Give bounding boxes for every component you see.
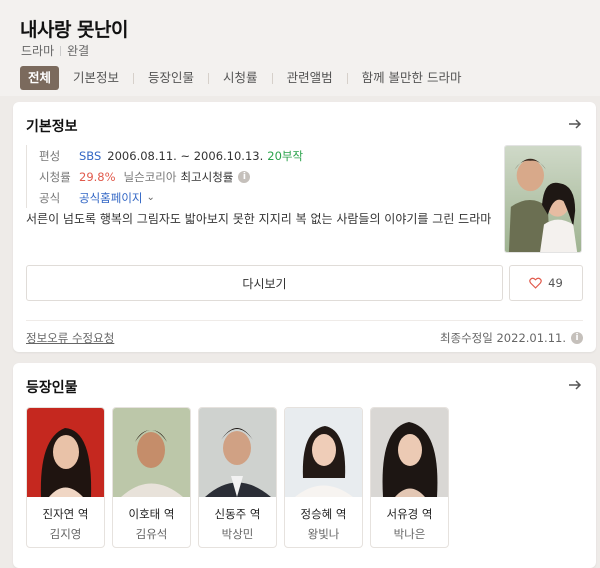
actor-photo: [371, 408, 448, 497]
basic-info-card: 기본정보 편성 SBS 2006.08.11. ~ 2006.10.13. 20…: [13, 102, 596, 352]
last-modified: 최종수정일 2022.01.11. i: [440, 330, 583, 346]
cast-list: 진자연 역 김지영 이호태 역 김유석 신동주 역 박상민 정승혜 역 왕빛나 …: [26, 407, 449, 548]
cast-role: 정승혜 역: [300, 507, 347, 521]
official-label: 공식: [39, 190, 61, 205]
report-error-link[interactable]: 정보오류 수정요청: [26, 331, 114, 345]
broadcast-period: 2006.08.11. ~ 2006.10.13.: [107, 148, 264, 163]
cast-item[interactable]: 정승혜 역 왕빛나: [284, 407, 363, 548]
page-header: 내사랑 못난이 드라마 완결 전체 기본정보 등장인물 시청률 관련앨범 함께 볼…: [0, 0, 600, 96]
broadcast-label: 편성: [39, 148, 61, 163]
cast-actor: 박상민: [221, 527, 254, 541]
last-modified-text: 최종수정일 2022.01.11.: [439, 331, 566, 345]
divider: [208, 72, 210, 84]
genre-text: 드라마: [21, 44, 55, 58]
tab-bar: 전체 기본정보 등장인물 시청률 관련앨범 함께 볼만한 드라마: [20, 66, 470, 90]
tab-related-dramas[interactable]: 함께 볼만한 드라마: [354, 66, 470, 90]
show-subinfo: 드라마 완결: [21, 42, 89, 59]
like-button[interactable]: 49: [509, 265, 583, 301]
actor-photo: [27, 408, 104, 497]
info-icon[interactable]: i: [571, 332, 583, 344]
tab-albums[interactable]: 관련앨범: [279, 66, 341, 90]
actor-photo: [285, 408, 362, 497]
rewatch-button[interactable]: 다시보기: [26, 265, 503, 301]
divider: [133, 72, 135, 84]
cast-actor: 왕빛나: [307, 527, 340, 541]
channel-link[interactable]: SBS: [79, 149, 101, 163]
drama-poster-image[interactable]: [504, 145, 582, 253]
cast-item[interactable]: 신동주 역 박상민: [198, 407, 277, 548]
status-text: 완결: [67, 44, 90, 58]
cast-actor: 김유석: [135, 527, 168, 541]
page-title: 내사랑 못난이: [20, 19, 129, 41]
rating-row: 시청률 29.8% 닐슨코리아 최고시청률 i: [39, 166, 303, 187]
arrow-right-icon[interactable]: [567, 116, 583, 132]
broadcast-row: 편성 SBS 2006.08.11. ~ 2006.10.13. 20부작: [39, 145, 303, 166]
episodes-count: 20부작: [267, 148, 304, 163]
cast-role: 이호태 역: [128, 507, 175, 521]
basic-info-title: 기본정보: [26, 119, 78, 135]
cast-item[interactable]: 이호태 역 김유석: [112, 407, 191, 548]
cast-role: 진자연 역: [42, 507, 89, 521]
info-footer: 정보오류 수정요청 최종수정일 2022.01.11. i: [26, 320, 583, 350]
rating-value: 29.8%: [79, 169, 116, 184]
official-homepage-link[interactable]: 공식홈페이지: [79, 190, 142, 206]
cast-item[interactable]: 진자연 역 김지영: [26, 407, 105, 548]
cast-actor: 박나은: [393, 527, 426, 541]
cast-role: 신동주 역: [214, 507, 261, 521]
info-list: 편성 SBS 2006.08.11. ~ 2006.10.13. 20부작 시청…: [26, 145, 303, 208]
rating-note: 최고시청률: [180, 169, 234, 184]
chevron-down-icon[interactable]: ⌄: [146, 192, 154, 203]
rating-source: 닐슨코리아: [123, 169, 177, 184]
divider: [271, 72, 273, 84]
cast-title: 등장인물: [26, 380, 78, 396]
cast-card: 등장인물 진자연 역 김지영 이호태 역 김유석 신동주 역 박상민 정승혜 역…: [13, 363, 596, 568]
info-icon[interactable]: i: [238, 170, 251, 183]
actor-photo: [199, 408, 276, 497]
tab-cast[interactable]: 등장인물: [140, 66, 202, 90]
cast-actor: 김지영: [49, 527, 82, 541]
tab-all[interactable]: 전체: [20, 66, 60, 90]
divider: [60, 46, 62, 56]
cast-item[interactable]: 서유경 역 박나은: [370, 407, 449, 548]
heart-icon: [529, 277, 542, 289]
arrow-right-icon[interactable]: [567, 377, 583, 393]
official-row: 공식 공식홈페이지 ⌄: [39, 187, 303, 208]
divider: [346, 72, 348, 84]
like-count: 49: [548, 276, 563, 290]
cast-role: 서유경 역: [386, 507, 433, 521]
rating-label: 시청률: [39, 169, 71, 184]
tab-basic-info[interactable]: 기본정보: [65, 66, 127, 90]
tab-ratings[interactable]: 시청률: [215, 66, 266, 90]
synopsis: 서른이 넘도록 행복의 그림자도 밟아보지 못한 지지리 복 없는 사람들의 이…: [26, 212, 492, 226]
actor-photo: [113, 408, 190, 497]
